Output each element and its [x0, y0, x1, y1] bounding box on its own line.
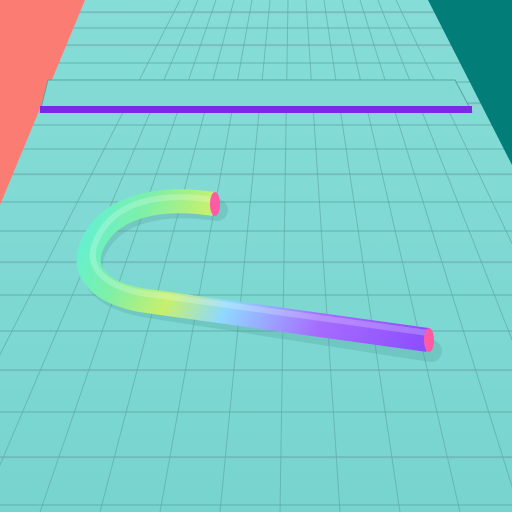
game-scene[interactable]: [0, 0, 512, 512]
barrier-bar: [40, 106, 472, 113]
game-canvas[interactable]: [0, 0, 512, 512]
rope-end-cap-top: [210, 192, 220, 216]
rope-end-cap-bottom: [424, 328, 434, 352]
